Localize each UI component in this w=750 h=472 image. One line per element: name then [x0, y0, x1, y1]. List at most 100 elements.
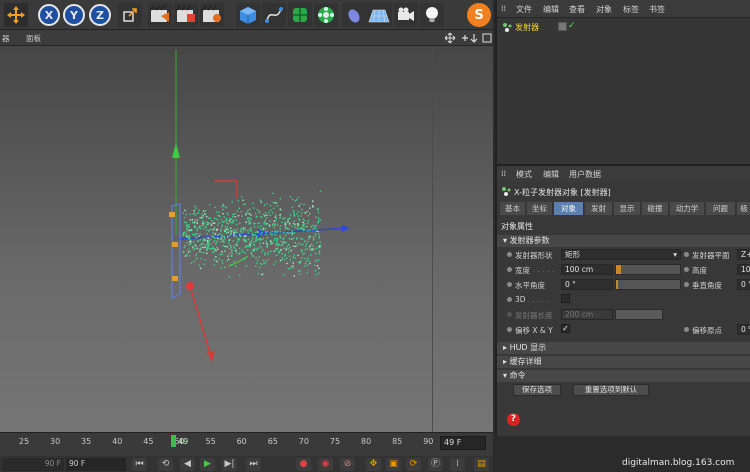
tab-extra[interactable]: 极: [737, 202, 750, 215]
tab-problems[interactable]: 问题: [706, 202, 736, 215]
axis-y-icon[interactable]: Y: [63, 4, 85, 26]
coordinate-system-icon[interactable]: [118, 3, 142, 27]
om-menu-object[interactable]: 对象: [596, 4, 612, 15]
particle: [297, 215, 300, 217]
tab-dynamics[interactable]: 动力学: [670, 202, 705, 215]
offset-origin-field[interactable]: 0 %: [737, 324, 750, 335]
s-logo-icon[interactable]: S: [467, 3, 491, 27]
om-menu-tag[interactable]: 标签: [623, 4, 639, 15]
width-field[interactable]: 100 cm: [561, 264, 613, 275]
autokey-button[interactable]: ◉: [318, 458, 333, 471]
step-back-button[interactable]: ⟲: [158, 458, 173, 471]
am-menu-mode[interactable]: 模式: [516, 169, 532, 180]
tab-display[interactable]: 显示: [614, 202, 641, 215]
render-picture-viewer-icon[interactable]: [174, 3, 198, 27]
particle: [203, 210, 205, 212]
go-to-end-button[interactable]: ⏭: [246, 458, 261, 471]
am-menu-edit[interactable]: 编辑: [543, 169, 559, 180]
play-back-button[interactable]: ◀: [180, 458, 195, 471]
width-slider[interactable]: [615, 264, 681, 275]
rotation-key-button[interactable]: ⟳: [406, 458, 421, 471]
save-preset-button[interactable]: 保存选项: [513, 384, 561, 396]
height-field[interactable]: 10: [737, 264, 750, 275]
particle: [266, 231, 268, 233]
param-dot[interactable]: [507, 252, 512, 257]
emitter-plane-select[interactable]: Z+: [737, 249, 750, 260]
param-dot[interactable]: [684, 252, 689, 257]
render-view-icon[interactable]: [148, 3, 172, 27]
hud-section[interactable]: ▸ HUD 显示: [497, 342, 750, 354]
cache-section[interactable]: ▸ 缓存详细: [497, 356, 750, 368]
current-frame-marker[interactable]: [171, 435, 176, 447]
mograph-cloner-icon[interactable]: [314, 3, 338, 27]
subdivision-icon[interactable]: [288, 3, 312, 27]
am-menu-userdata[interactable]: 用户数据: [569, 169, 601, 180]
om-menu-edit[interactable]: 编辑: [543, 4, 559, 15]
layer-swatch[interactable]: [558, 22, 567, 31]
help-icon[interactable]: ?: [507, 413, 520, 426]
axis-x-icon[interactable]: X: [38, 4, 60, 26]
viewport-menu-partial[interactable]: 器: [2, 33, 10, 44]
preview-start-field[interactable]: 90 F: [2, 458, 64, 471]
step-forward-button[interactable]: ▶|: [222, 458, 237, 471]
play-forward-button[interactable]: ▶: [200, 458, 215, 471]
enabled-check[interactable]: ✓: [568, 21, 576, 31]
particle: [264, 215, 266, 217]
position-key-button[interactable]: ✥: [366, 458, 381, 471]
camera-icon[interactable]: [394, 3, 418, 27]
param-dot[interactable]: [684, 327, 689, 332]
tab-emission[interactable]: 发射: [585, 202, 613, 215]
timeline-ruler[interactable]: 25 30 35 40 45 50 55 60 65 70 75 80 85 90 49 49 F: [0, 432, 493, 456]
tab-basic[interactable]: 基本: [500, 202, 526, 215]
scale-key-button[interactable]: ▣: [386, 458, 401, 471]
timeline-window-button[interactable]: ▤: [474, 458, 489, 471]
emitter-shape-select[interactable]: 矩形 ▾: [561, 249, 681, 260]
pla-key-button[interactable]: ⁞: [450, 458, 465, 471]
keyframe-selection-button[interactable]: ⊘: [340, 458, 355, 471]
move-icon[interactable]: [4, 3, 28, 27]
emitter-params-section[interactable]: ▾ 发射器参数: [497, 235, 750, 247]
spline-pen-icon[interactable]: [262, 3, 286, 27]
threed-checkbox[interactable]: [561, 294, 570, 303]
tab-coord[interactable]: 坐标: [527, 202, 553, 215]
particle: [233, 233, 235, 235]
om-menu-view[interactable]: 查看: [569, 4, 585, 15]
param-key-button[interactable]: Ⓟ: [428, 458, 443, 471]
light-icon[interactable]: [420, 3, 444, 27]
tab-object[interactable]: 对象: [554, 202, 584, 215]
particle: [226, 245, 228, 248]
tab-collision[interactable]: 碰撞: [642, 202, 669, 215]
particle: [184, 209, 186, 212]
offset-xy-checkbox[interactable]: ✓: [561, 324, 570, 333]
render-settings-icon[interactable]: [200, 3, 224, 27]
floor-grid-icon[interactable]: [366, 3, 392, 27]
reset-default-button[interactable]: 重置选项到默认: [573, 384, 649, 396]
param-dot[interactable]: [684, 282, 689, 287]
viewport-menu-panel[interactable]: 面板: [26, 33, 41, 44]
vertical-angle-field[interactable]: 0 °: [737, 279, 750, 290]
horizontal-angle-field[interactable]: 0 °: [561, 279, 613, 290]
deformer-icon[interactable]: [342, 3, 366, 27]
axis-z-icon[interactable]: Z: [89, 4, 111, 26]
preview-end-field[interactable]: 90 F: [66, 458, 126, 471]
param-dot[interactable]: [507, 297, 512, 302]
object-row-emitter[interactable]: 发射器 ✓: [502, 21, 750, 35]
horizontal-angle-slider[interactable]: [615, 279, 681, 290]
record-keys-button[interactable]: ●: [296, 458, 311, 471]
particle: [204, 259, 206, 261]
command-section[interactable]: ▾ 命令: [497, 370, 750, 382]
3d-viewport[interactable]: [0, 46, 493, 432]
object-name[interactable]: 发射器: [515, 22, 539, 33]
param-dot[interactable]: [507, 267, 512, 272]
param-dot[interactable]: [507, 282, 512, 287]
particle: [293, 231, 296, 234]
particle: [250, 227, 253, 229]
param-dot[interactable]: [684, 267, 689, 272]
om-menu-file[interactable]: 文件: [516, 4, 532, 15]
current-frame-field[interactable]: 49 F: [440, 436, 486, 450]
om-menu-bookmark[interactable]: 书签: [649, 4, 665, 15]
cube-icon[interactable]: [236, 3, 260, 27]
param-dot[interactable]: [507, 327, 512, 332]
go-to-start-button[interactable]: ⏮: [132, 458, 147, 471]
particle: [203, 238, 205, 240]
